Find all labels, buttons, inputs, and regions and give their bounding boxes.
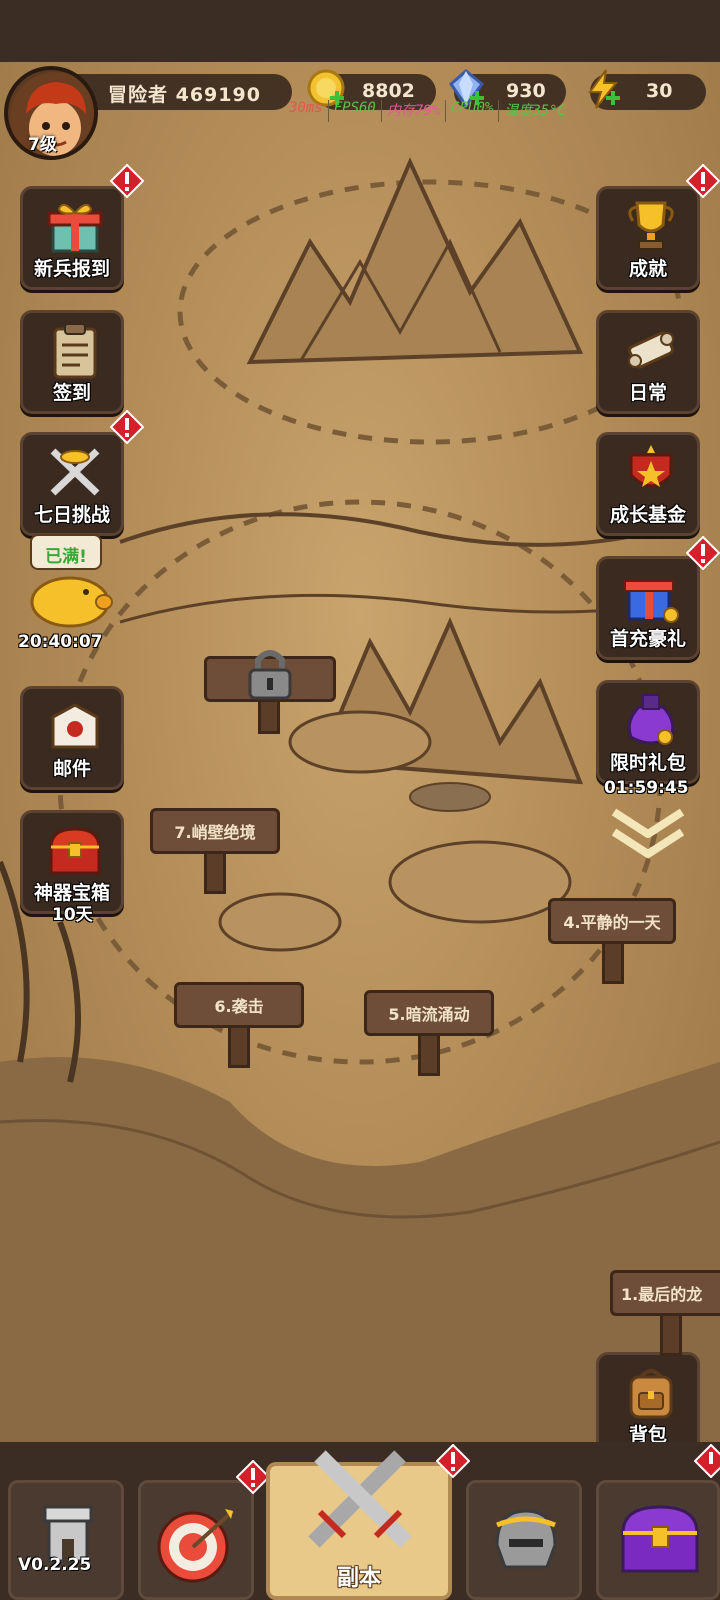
cpu-value: CPU0% [445,100,498,122]
alert-badge-icon [236,1460,270,1494]
padlock-icon [248,650,292,700]
stage-4-label: 4.平静的一天 [548,898,676,944]
energy-lightning-icon[interactable] [582,68,624,110]
nav-tab-hero[interactable] [466,1480,582,1600]
memory-value: 内存79% [380,100,445,122]
seven-day-challenge-button[interactable]: 七日挑战 [20,432,124,536]
daily-button[interactable]: 日常 [596,310,700,414]
limited-pack-timer: 01:59:45 [604,778,689,798]
clipboard-icon [53,323,97,379]
artifact-days: 10天 [52,905,93,925]
nav-tab-target[interactable] [138,1480,254,1600]
growth-fund-button[interactable]: 成长基金 [596,432,700,536]
stage-7-sign[interactable]: 7.峭壁绝境 [150,808,280,898]
gem-value: 930 [506,80,546,102]
backpack-button[interactable]: 背包 [596,1352,700,1456]
mail-label: 邮件 [52,758,91,780]
shield-crest-icon [629,445,673,488]
purple-chest-icon [621,1505,699,1573]
envelope-icon [51,703,99,749]
alert-badge-icon [694,1444,720,1478]
archery-target-icon [157,1509,235,1583]
recruit-label: 新兵报到 [33,258,110,280]
stage-5-label: 5.暗流涌动 [364,990,494,1036]
signin-label: 签到 [52,382,91,404]
status-strip [0,0,720,62]
signin-button[interactable]: 签到 [20,310,124,414]
knight-helmet-icon [495,1509,557,1569]
backpack-icon [629,1369,673,1419]
stage-6-label: 6.袭击 [174,982,304,1028]
alert-badge-icon [686,536,720,570]
treasure-chest-icon [49,827,101,875]
daily-label: 日常 [628,382,667,404]
nav-tab-chest[interactable] [596,1480,720,1600]
locked-stage-sign[interactable] [204,650,336,740]
nav-dungeon-label: 副本 [336,1566,381,1591]
collapse-chevron-icon[interactable] [608,806,688,862]
fps-value: FPS60 [327,100,381,122]
alert-badge-icon [110,410,144,444]
castle-tower-icon [43,1505,93,1563]
stage-1-sign[interactable]: 1.最后的龙 [610,1270,720,1360]
achievement-button[interactable]: 成就 [596,186,700,290]
mail-button[interactable]: 邮件 [20,686,124,790]
piggy-bank-button[interactable]: 已满! [20,532,124,642]
gift-box-icon [47,203,103,253]
first-recharge-label: 首充豪礼 [609,628,686,650]
stage-4-sign[interactable]: 4.平静的一天 [548,898,676,988]
stage-5-sign[interactable]: 5.暗流涌动 [364,990,494,1080]
piggy-bank-icon [30,576,113,628]
piggy-bubble-text: 已满! [45,547,87,567]
gold-value: 8802 [362,80,415,102]
gift-pile-icon [624,580,679,623]
seven-day-label: 七日挑战 [33,504,110,526]
crossed-swords-icon [308,1450,412,1548]
first-recharge-button[interactable]: 首充豪礼 [596,556,700,660]
alert-badge-icon [436,1444,470,1478]
alert-badge-icon [110,164,144,198]
achievement-label: 成就 [628,258,667,280]
alert-badge-icon [686,164,720,198]
artifact-chest-button[interactable]: 神器宝箱 [20,810,124,914]
growth-fund-label: 成长基金 [609,504,686,526]
player-level: 7级 [28,135,57,155]
trophy-icon [628,201,674,250]
stage-1-label: 1.最后的龙 [610,1270,720,1316]
temperature-value: 温度35°C [498,100,571,122]
ping-value: 30ms [289,100,323,116]
perf-overlay: 30ms FPS60 内存79% CPU0% 温度35°C [284,100,571,122]
limited-pack-label: 限时礼包 [609,752,686,774]
stage-6-sign[interactable]: 6.袭击 [174,982,304,1072]
recruit-button[interactable]: 新兵报到 [20,186,124,290]
crossed-swords-icon [50,448,100,496]
nav-tab-castle[interactable] [8,1480,124,1600]
piggy-full-bubble: 已满! [30,534,102,570]
stage-7-label: 7.峭壁绝境 [150,808,280,854]
player-name: 冒险者 469190 [108,84,261,106]
energy-value: 30 [646,80,673,102]
limited-pack-button[interactable]: 限时礼包 [596,680,700,784]
version-label: V0.2.25 [18,1555,92,1575]
purple-pouch-icon [627,694,675,745]
scroll-icon [628,331,674,369]
piggy-timer: 20:40:07 [18,632,103,652]
